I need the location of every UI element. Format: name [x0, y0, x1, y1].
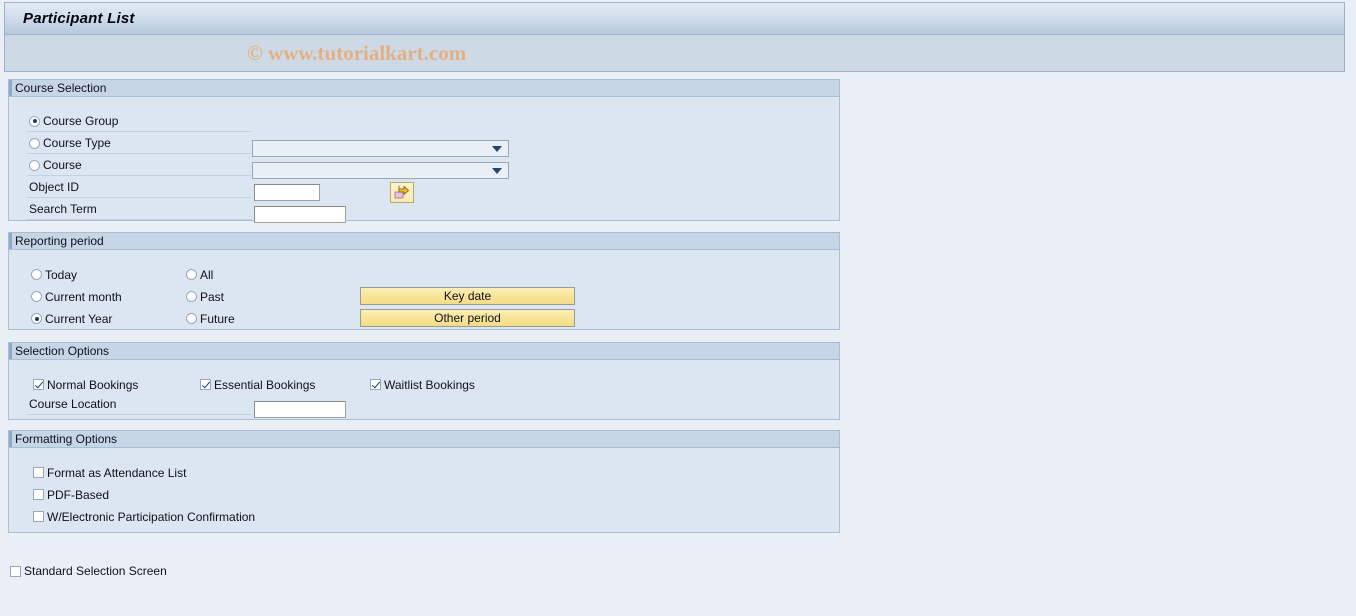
radio-future-label: Future [200, 311, 235, 326]
object-id-label-cell: Object ID [27, 177, 252, 198]
checkbox-pdf-based-indicator [33, 489, 44, 500]
course-selection-panel: Course Selection Course Group Course Typ… [8, 79, 840, 223]
arrow-right-icon [394, 185, 409, 199]
radio-all[interactable]: All [186, 264, 213, 285]
formatting-options-title: Formatting Options [15, 432, 118, 446]
radio-current-month[interactable]: Current month [31, 286, 122, 307]
radio-current-year-indicator [31, 313, 42, 324]
checkbox-normal-bookings-label: Normal Bookings [47, 377, 139, 392]
search-term-label-cell: Search Term [27, 199, 252, 220]
radio-course-group-label: Course Group [43, 114, 119, 128]
course-selection-body: Course Group Course Type Course Object I… [9, 97, 839, 223]
selection-options-header: Selection Options [9, 343, 839, 360]
object-id-navigate-button[interactable] [390, 182, 414, 203]
checkbox-standard-selection-screen-indicator [10, 565, 21, 577]
radio-current-month-label: Current month [45, 289, 122, 304]
formatting-options-panel: Formatting Options Format as Attendance … [8, 430, 840, 533]
reporting-period-panel: Reporting period Today Current month Cur… [8, 232, 840, 330]
sub-toolbar-bar: © www.tutorialkart.com [5, 35, 1344, 71]
radio-past-label: Past [200, 289, 225, 304]
radio-row-course-group[interactable]: Course Group [27, 111, 252, 132]
radio-all-label: All [200, 267, 214, 282]
radio-all-indicator [186, 269, 197, 280]
checkbox-electronic-participation-confirmation[interactable]: W/Electronic Participation Confirmation [33, 506, 255, 527]
radio-row-course-type[interactable]: Course Type [27, 133, 252, 154]
title-bar: Participant List [5, 3, 1344, 35]
other-period-button-label: Other period [434, 311, 501, 325]
chevron-down-icon [492, 145, 502, 152]
checkbox-essential-bookings-indicator [200, 379, 211, 390]
radio-course[interactable]: Course [29, 158, 82, 172]
radio-today[interactable]: Today [31, 264, 77, 285]
radio-course-group[interactable]: Course Group [29, 114, 118, 128]
window-header: Participant List © www.tutorialkart.com [4, 2, 1345, 72]
course-selection-header: Course Selection [9, 80, 839, 97]
radio-past[interactable]: Past [186, 286, 224, 307]
search-term-label: Search Term [29, 202, 97, 216]
checkbox-format-as-attendance-list-label: Format as Attendance List [47, 465, 187, 480]
course-dropdown[interactable] [252, 162, 509, 179]
key-date-button[interactable]: Key date [360, 287, 575, 305]
checkbox-normal-bookings-indicator [33, 379, 44, 390]
radio-course-type[interactable]: Course Type [29, 136, 111, 150]
radio-course-indicator [29, 159, 40, 171]
course-type-dropdown[interactable] [252, 140, 509, 157]
checkbox-waitlist-bookings[interactable]: Waitlist Bookings [370, 374, 475, 395]
radio-current-year[interactable]: Current Year [31, 308, 112, 329]
checkbox-waitlist-bookings-indicator [370, 379, 381, 390]
selection-options-panel: Selection Options Normal Bookings Essent… [8, 342, 840, 420]
radio-course-label: Course [43, 158, 82, 172]
search-term-input[interactable] [254, 206, 346, 223]
radio-current-month-indicator [31, 291, 42, 302]
radio-today-indicator [31, 269, 42, 280]
page-title: Participant List [23, 10, 135, 27]
radio-future[interactable]: Future [186, 308, 235, 329]
radio-row-course[interactable]: Course [27, 155, 252, 176]
checkbox-electronic-participation-confirmation-indicator [33, 511, 44, 522]
reporting-period-title: Reporting period [15, 234, 104, 248]
watermark-text: © www.tutorialkart.com [247, 40, 467, 65]
reporting-period-body: Today Current month Current Year All Pas… [9, 250, 839, 330]
checkbox-standard-selection-screen-label: Standard Selection Screen [24, 564, 167, 578]
selection-options-title: Selection Options [15, 344, 110, 358]
formatting-options-header: Formatting Options [9, 431, 839, 448]
checkbox-essential-bookings[interactable]: Essential Bookings [200, 374, 315, 395]
radio-past-indicator [186, 291, 197, 302]
course-location-label-cell: Course Location [27, 394, 252, 415]
checkbox-pdf-based[interactable]: PDF-Based [33, 484, 109, 505]
radio-today-label: Today [45, 267, 78, 282]
object-id-input[interactable] [254, 184, 320, 201]
object-id-label: Object ID [29, 180, 80, 194]
chevron-down-icon [492, 167, 502, 174]
course-location-label: Course Location [29, 397, 117, 411]
reporting-period-header: Reporting period [9, 233, 839, 250]
radio-course-type-indicator [29, 137, 40, 149]
checkbox-essential-bookings-label: Essential Bookings [214, 377, 316, 392]
course-selection-title: Course Selection [15, 81, 107, 95]
selection-options-body: Normal Bookings Essential Bookings Waitl… [9, 360, 839, 420]
formatting-options-body: Format as Attendance List PDF-Based W/El… [9, 448, 839, 533]
checkbox-format-as-attendance-list-indicator [33, 467, 44, 478]
course-location-input[interactable] [254, 401, 346, 418]
checkbox-standard-selection-screen[interactable]: Standard Selection Screen [10, 564, 167, 578]
checkbox-electronic-participation-confirmation-label: W/Electronic Participation Confirmation [47, 509, 256, 524]
key-date-button-label: Key date [443, 289, 492, 303]
checkbox-waitlist-bookings-label: Waitlist Bookings [384, 377, 475, 392]
radio-future-indicator [186, 313, 197, 324]
other-period-button[interactable]: Other period [360, 309, 575, 327]
radio-course-type-label: Course Type [43, 136, 111, 150]
radio-current-year-label: Current Year [45, 311, 113, 326]
checkbox-format-as-attendance-list[interactable]: Format as Attendance List [33, 462, 186, 483]
radio-course-group-indicator [29, 115, 40, 127]
checkbox-pdf-based-label: PDF-Based [47, 487, 110, 502]
checkbox-normal-bookings[interactable]: Normal Bookings [33, 374, 138, 395]
